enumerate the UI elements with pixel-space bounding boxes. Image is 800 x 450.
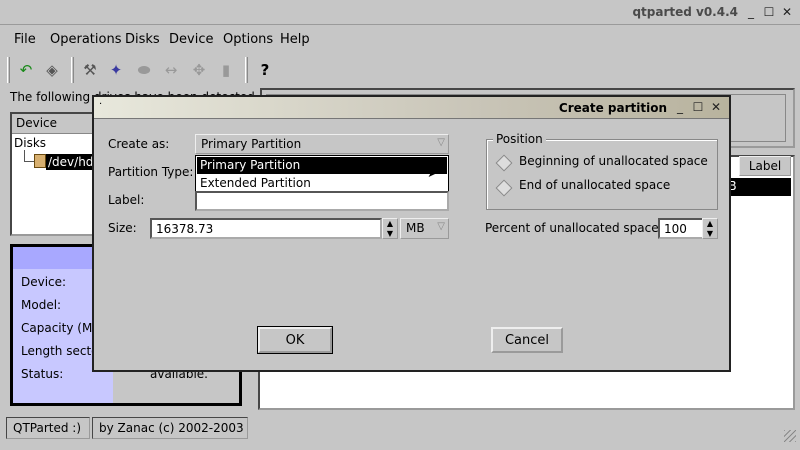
chevron-down-icon: ▽ <box>437 221 445 232</box>
size-unit-combo[interactable]: MB ▽ <box>400 218 449 239</box>
dialog-titlebar[interactable]: · Create partition _ ☐ ✕ <box>94 97 729 119</box>
size-input[interactable]: 16378.73 <box>150 218 382 239</box>
label-field-label: Label: <box>108 193 145 207</box>
toolbar-separator <box>71 57 74 83</box>
menubar: File Operations Disks Device Options Hel… <box>3 28 797 52</box>
minimize-icon[interactable]: _ <box>744 5 758 19</box>
maximize-icon[interactable]: ☐ <box>762 5 776 19</box>
whats-this-icon[interactable]: ? <box>253 58 277 82</box>
dialog-title: Create partition <box>558 101 667 115</box>
resize-icon[interactable]: ↔ <box>159 58 183 82</box>
menu-operations[interactable]: Operations <box>50 32 121 47</box>
tree-branch-line <box>24 150 34 162</box>
commit-icon[interactable]: ↶ <box>14 58 38 82</box>
dropdown-option-primary[interactable]: Primary Partition <box>197 157 447 174</box>
main-titlebar: qtparted v0.4.4 _ ☐ ✕ <box>0 0 800 25</box>
disk-icon <box>34 154 46 168</box>
size-unit-value: MB <box>406 221 425 235</box>
check-icon[interactable]: ✦ <box>104 58 128 82</box>
size-label: Size: <box>108 221 137 235</box>
close-icon[interactable]: ✕ <box>780 5 794 19</box>
radio-beginning-label[interactable]: Beginning of unallocated space <box>519 154 708 168</box>
undo-icon[interactable]: ◈ <box>40 58 64 82</box>
percent-label: Percent of unallocated space: <box>485 221 663 235</box>
ok-button[interactable]: OK <box>257 326 333 354</box>
menu-disks[interactable]: Disks <box>125 32 160 47</box>
chevron-down-icon: ▽ <box>437 137 445 148</box>
delete-icon[interactable]: ▮ <box>214 58 238 82</box>
column-header-label[interactable]: Label <box>739 156 791 176</box>
mouse-cursor-icon: ➤ <box>427 165 439 181</box>
create-as-value: Primary Partition <box>201 137 302 151</box>
spin-down-icon[interactable]: ▼ <box>383 229 397 239</box>
format-icon[interactable]: ⬬ <box>132 58 156 82</box>
toolbar-handle[interactable] <box>7 57 10 83</box>
dialog-menu-icon[interactable]: · <box>99 99 102 110</box>
menu-device[interactable]: Device <box>169 32 213 47</box>
create-partition-dialog: · Create partition _ ☐ ✕ Create as: Prim… <box>92 95 731 372</box>
info-status-label: Status: <box>21 367 64 381</box>
info-model-label: Model: <box>21 298 62 312</box>
position-group-title: Position <box>493 132 546 146</box>
spin-up-icon[interactable]: ▲ <box>383 219 397 229</box>
maximize-icon[interactable]: ☐ <box>691 100 705 114</box>
status-app: QTParted :) <box>6 417 90 439</box>
create-as-dropdown[interactable]: Primary Partition Extended Partition <box>195 155 449 193</box>
menu-help[interactable]: Help <box>280 32 310 47</box>
menu-file[interactable]: File <box>14 32 36 47</box>
label-input[interactable] <box>195 191 449 211</box>
info-device-label: Device: <box>21 275 67 289</box>
toolbar-separator <box>245 57 248 83</box>
partition-type-label: Partition Type: <box>108 165 194 179</box>
radio-end[interactable] <box>495 179 513 197</box>
radio-beginning[interactable] <box>495 154 513 172</box>
tree-node-disks[interactable]: Disks <box>14 136 46 150</box>
size-spinner[interactable]: ▲ ▼ <box>382 218 398 239</box>
app-title: qtparted v0.4.4 <box>632 5 738 19</box>
minimize-icon[interactable]: _ <box>673 100 687 114</box>
property-icon[interactable]: ⚒ <box>78 58 102 82</box>
move-icon[interactable]: ✥ <box>187 58 211 82</box>
position-groupbox: Position Beginning of unallocated space … <box>486 132 718 210</box>
close-icon[interactable]: ✕ <box>709 100 723 114</box>
dropdown-option-extended[interactable]: Extended Partition <box>197 175 447 192</box>
resize-grip[interactable] <box>784 430 796 442</box>
percent-input[interactable]: 100 <box>658 218 704 239</box>
statusbar: QTParted :) by Zanac (c) 2002-2003 <box>0 412 800 450</box>
create-as-combo[interactable]: Primary Partition ▽ <box>195 134 449 154</box>
cancel-button[interactable]: Cancel <box>491 327 563 353</box>
percent-spinner[interactable]: ▲ ▼ <box>702 218 718 239</box>
radio-end-label[interactable]: End of unallocated space <box>519 178 670 192</box>
create-as-label: Create as: <box>108 137 170 151</box>
status-author: by Zanac (c) 2002-2003 <box>92 417 248 439</box>
spin-down-icon[interactable]: ▼ <box>703 229 717 239</box>
toolbar: ↶ ◈ ⚒ ✦ ⬬ ↔ ✥ ▮ ? <box>3 55 797 85</box>
menu-options[interactable]: Options <box>223 32 273 47</box>
spin-up-icon[interactable]: ▲ <box>703 219 717 229</box>
